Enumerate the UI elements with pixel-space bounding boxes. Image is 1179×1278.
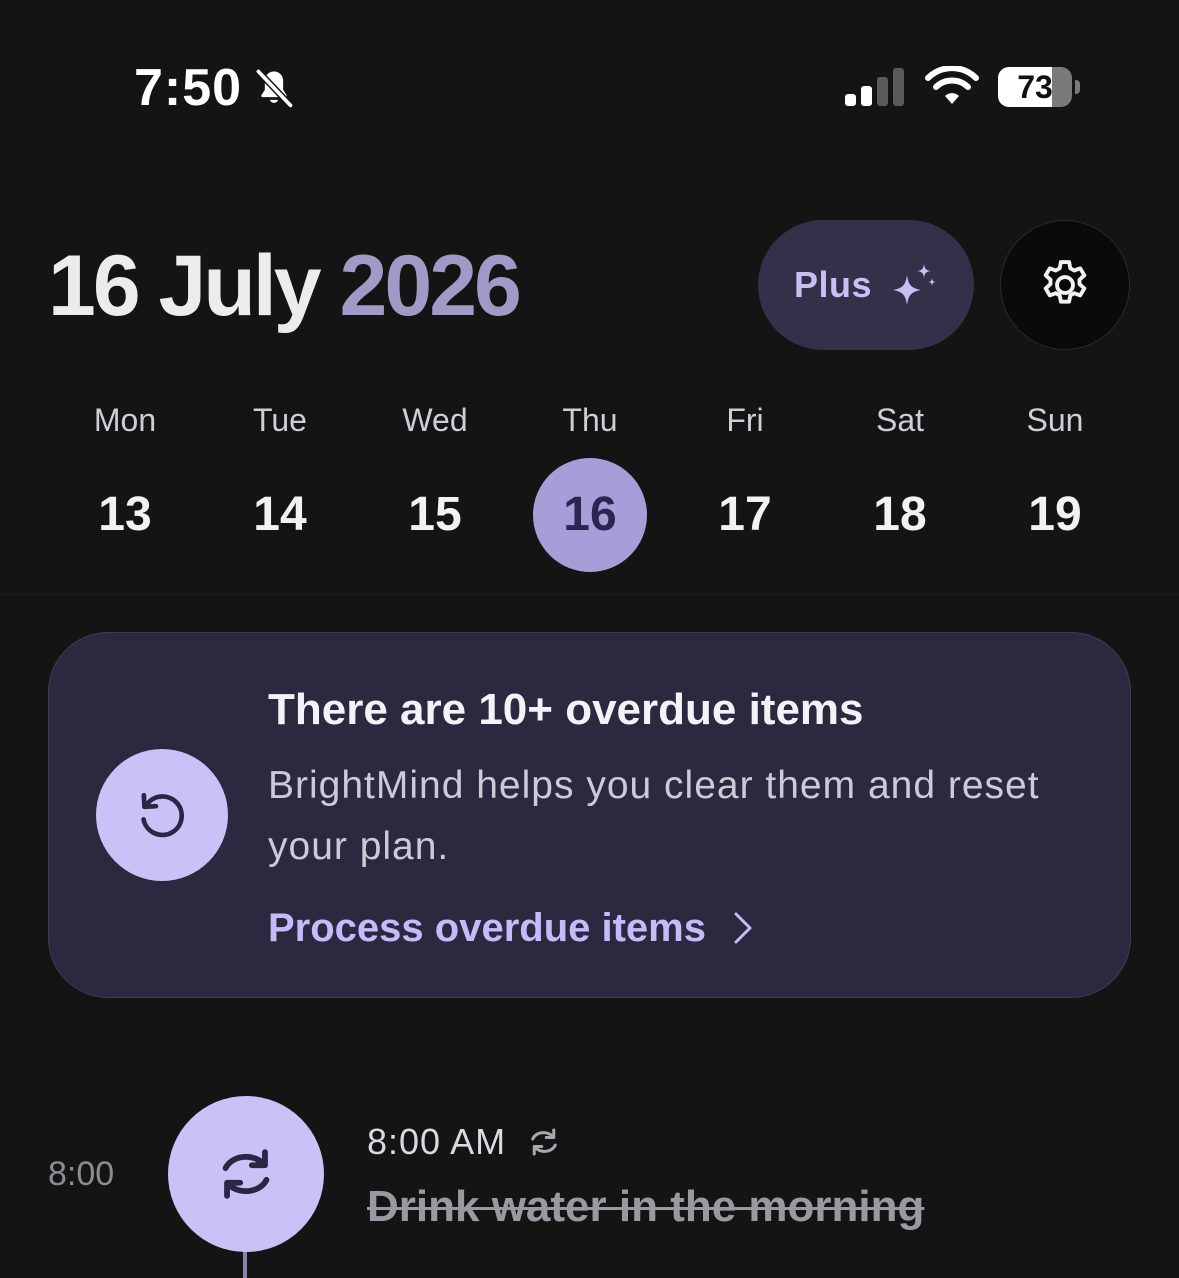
week-strip: Mon 13 Tue 14 Wed 15 Thu 16 Fri 17 Sat 1… xyxy=(48,396,1132,586)
cellular-signal-icon xyxy=(845,68,904,106)
reset-button xyxy=(96,749,228,881)
sparkle-icon xyxy=(893,264,937,305)
day-name: Tue xyxy=(253,402,307,438)
day-number-selected: 16 xyxy=(533,458,647,572)
day-number: 17 xyxy=(718,488,772,541)
battery-body: 73 xyxy=(998,67,1072,107)
plus-label: Plus xyxy=(793,264,873,305)
task-title: Drink water in the morning xyxy=(367,1182,925,1231)
app-screen: 7:50 73 16 July 2026 Plus Mon 13 Tue 14 … xyxy=(0,0,1179,1278)
battery-level: 73 xyxy=(1017,69,1053,105)
status-bar: 7:50 73 xyxy=(0,0,1179,176)
day-tue[interactable]: Tue 14 xyxy=(203,396,357,586)
process-overdue-link[interactable]: Process overdue items xyxy=(268,901,758,955)
task-row[interactable]: 8:00 8:00 AM Drink water in the morning xyxy=(0,1096,1179,1278)
day-number: 19 xyxy=(1028,488,1082,541)
battery-tip xyxy=(1075,80,1080,94)
wifi-icon xyxy=(925,66,979,104)
day-number: 13 xyxy=(98,488,152,541)
day-name: Fri xyxy=(726,402,764,438)
day-thu[interactable]: Thu 16 xyxy=(513,396,667,586)
overdue-card[interactable]: There are 10+ overdue items BrightMind h… xyxy=(48,632,1131,998)
process-overdue-label: Process overdue items xyxy=(268,906,706,950)
timeline-hour-label: 8:00 xyxy=(48,1155,115,1193)
battery-icon: 73 xyxy=(998,67,1082,109)
day-name: Sun xyxy=(1026,402,1084,438)
recurring-icon xyxy=(531,1128,557,1156)
repeat-icon xyxy=(222,1149,270,1199)
date-day-month: 16 July xyxy=(48,238,322,334)
day-number: 15 xyxy=(408,488,462,541)
day-fri[interactable]: Fri 17 xyxy=(668,396,822,586)
plus-button[interactable]: Plus xyxy=(758,220,974,350)
day-wed[interactable]: Wed 15 xyxy=(358,396,512,586)
day-name: Thu xyxy=(562,402,618,438)
reset-icon xyxy=(141,792,185,838)
day-mon[interactable]: Mon 13 xyxy=(48,396,202,586)
overdue-title: There are 10+ overdue items xyxy=(268,685,864,734)
day-sun[interactable]: Sun 19 xyxy=(978,396,1132,586)
bell-slash-icon xyxy=(255,68,294,109)
date-year: 2026 xyxy=(339,238,522,334)
task-time: 8:00 AM xyxy=(367,1120,562,1164)
settings-button[interactable] xyxy=(1000,220,1130,350)
day-sat[interactable]: Sat 18 xyxy=(823,396,977,586)
status-time: 7:50 xyxy=(134,59,243,117)
day-number: 18 xyxy=(873,488,927,541)
day-number: 14 xyxy=(253,488,307,541)
day-name: Wed xyxy=(402,402,468,438)
overdue-description: BrightMind helps you clear them and rese… xyxy=(268,764,1040,868)
header-divider xyxy=(0,594,1179,595)
day-name: Sat xyxy=(875,402,925,438)
day-name: Mon xyxy=(93,402,157,438)
page-title[interactable]: 16 July 2026 xyxy=(48,236,522,336)
gear-icon xyxy=(1043,260,1087,304)
task-complete-toggle[interactable] xyxy=(168,1096,324,1252)
task-time-text: 8:00 AM xyxy=(367,1121,507,1162)
chevron-right-icon xyxy=(734,912,752,944)
